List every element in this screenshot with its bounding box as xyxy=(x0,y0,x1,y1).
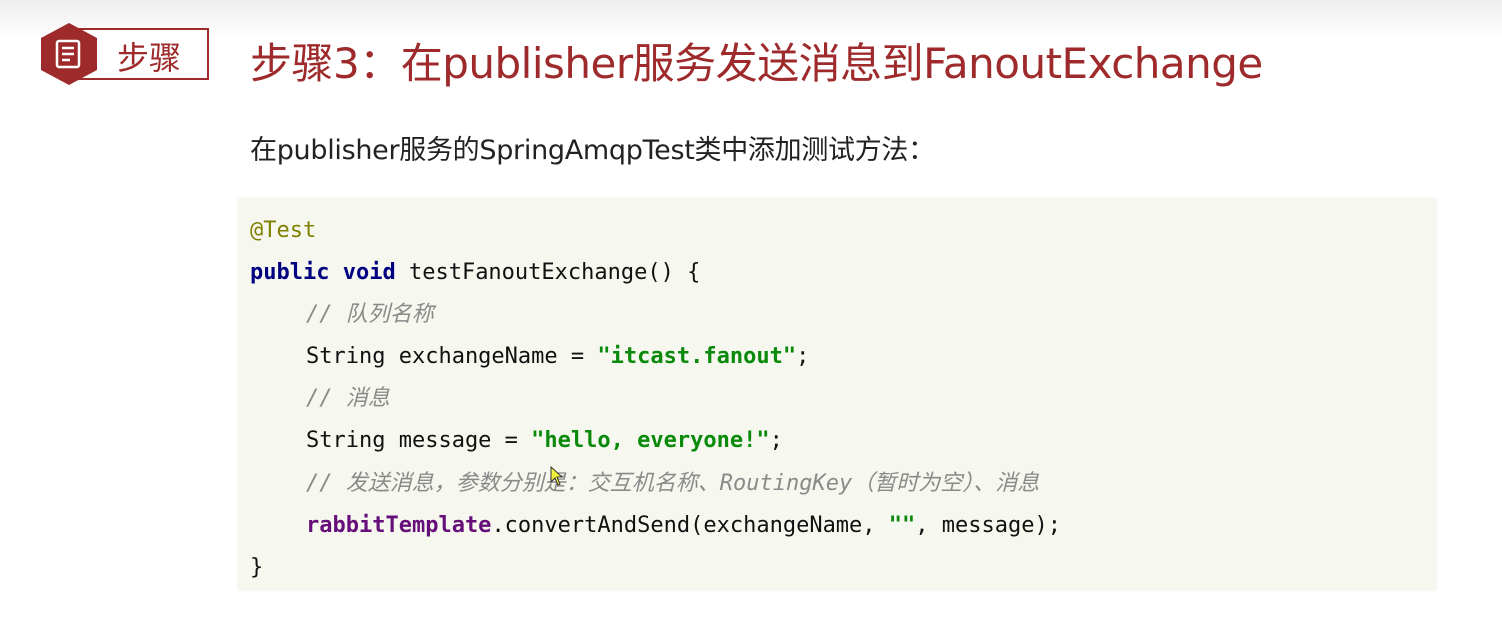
step-badge-label: 步骤 xyxy=(117,39,182,77)
instruction-text: 在publisher服务的SpringAmqpTest类中添加测试方法： xyxy=(250,135,935,166)
comment-send-message: // 发送消息，参数分别是：交互机名称、RoutingKey（暂时为空）、消息 xyxy=(306,471,1040,496)
exchange-name-declaration: String exchangeName = xyxy=(306,344,598,369)
method-signature: testFanoutExchange() { xyxy=(395,260,701,285)
keyword-public: public xyxy=(250,260,330,285)
document-icon xyxy=(41,23,97,85)
code-line-close-brace: } xyxy=(250,553,263,583)
convert-and-send-call: .convertAndSend(exchangeName, xyxy=(491,513,889,538)
code-line-comment-message: // 消息 xyxy=(250,384,390,414)
message-string: "hello, everyone!" xyxy=(531,428,770,453)
code-line-annotation: @Test xyxy=(250,216,316,246)
code-line-message: String message = "hello, everyone!"; xyxy=(250,426,783,456)
code-block: @Test public void testFanoutExchange() {… xyxy=(238,198,1436,590)
code-line-comment-send: // 发送消息，参数分别是：交互机名称、RoutingKey（暂时为空）、消息 xyxy=(250,469,1039,499)
step-badge: 步骤 xyxy=(39,22,211,86)
comment-queue-name: // 队列名称 xyxy=(306,302,434,327)
code-line-method-signature: public void testFanoutExchange() { xyxy=(250,258,700,288)
rabbit-template-field: rabbitTemplate xyxy=(306,513,492,538)
call-args-end: , message); xyxy=(915,513,1061,538)
code-line-comment-queue: // 队列名称 xyxy=(250,300,434,330)
annotation-token: @Test xyxy=(250,218,317,243)
exchange-name-string: "itcast.fanout" xyxy=(597,344,797,369)
message-declaration: String message = xyxy=(306,428,532,453)
comment-message: // 消息 xyxy=(306,386,390,411)
page-title: 步骤3：在publisher服务发送消息到FanoutExchange xyxy=(250,39,1263,88)
mouse-cursor-icon xyxy=(550,466,564,486)
code-line-convert-and-send: rabbitTemplate.convertAndSend(exchangeNa… xyxy=(250,511,1061,541)
keyword-void: void xyxy=(342,260,396,285)
semicolon: ; xyxy=(769,428,783,453)
empty-routing-key-string: "" xyxy=(888,513,916,538)
code-line-exchange-name: String exchangeName = "itcast.fanout"; xyxy=(250,342,809,372)
semicolon: ; xyxy=(796,344,810,369)
closing-brace: } xyxy=(250,555,264,580)
